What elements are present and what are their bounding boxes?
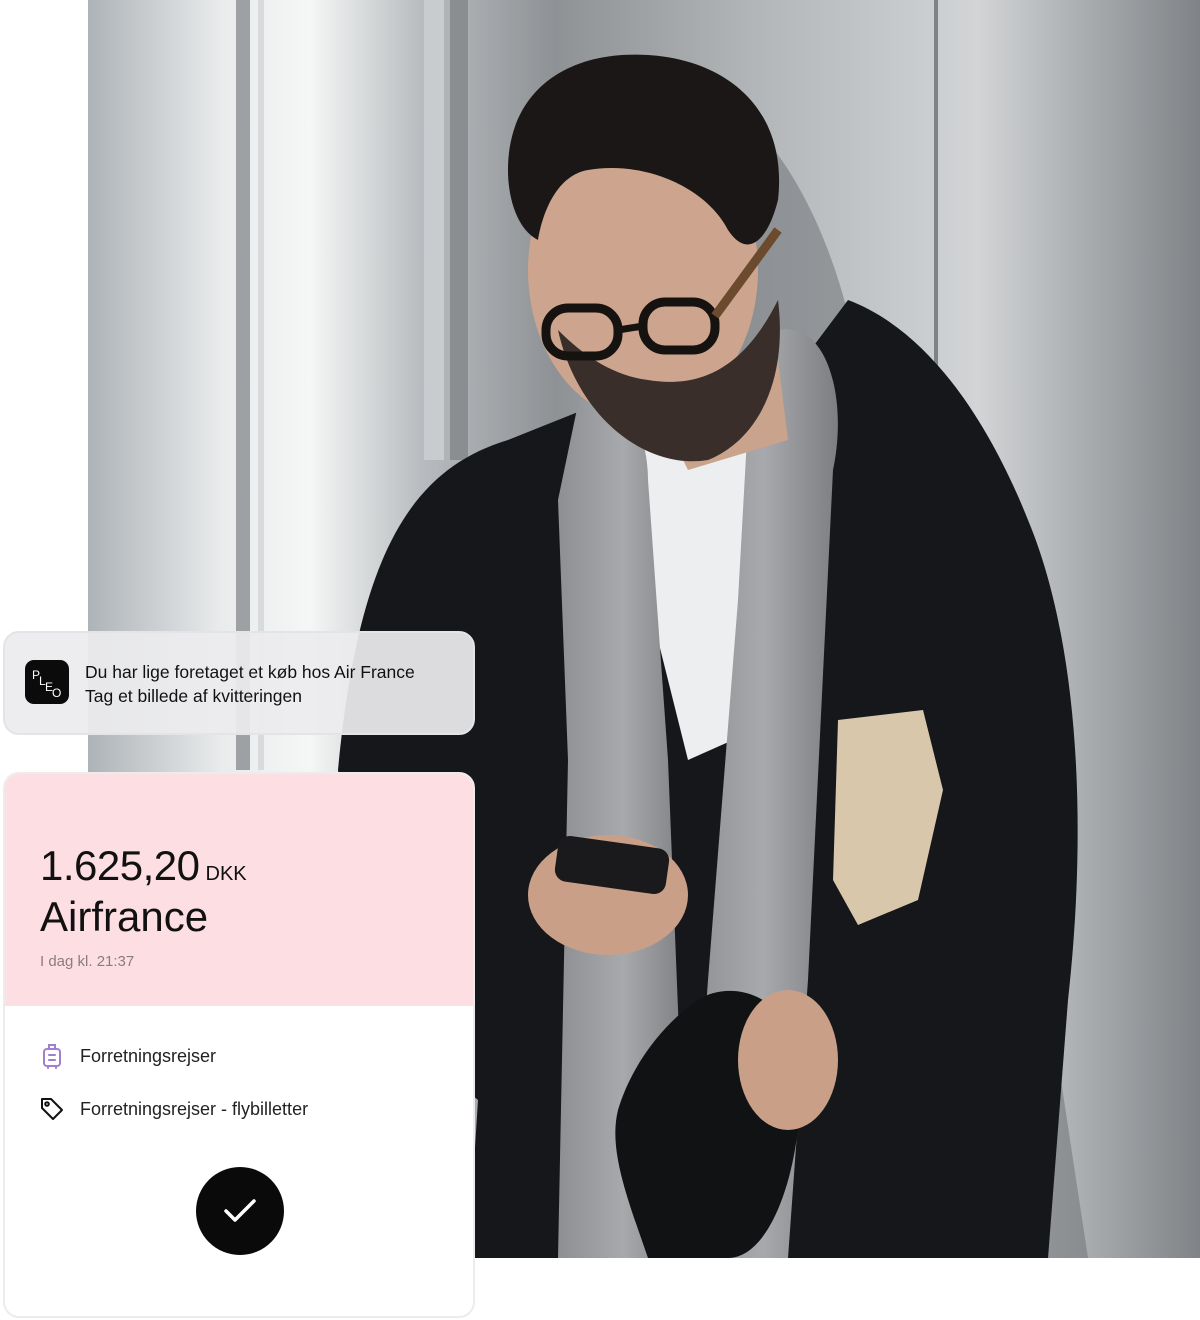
merchant-name: Airfrance bbox=[40, 893, 209, 940]
notification-body: Tag et billede af kvitteringen bbox=[85, 686, 302, 706]
confirm-button[interactable] bbox=[196, 1167, 284, 1255]
pleo-logo-icon: P L E O bbox=[25, 660, 69, 704]
svg-text:O: O bbox=[52, 686, 61, 700]
tag-icon bbox=[38, 1095, 66, 1123]
notification-text: Du har lige foretaget et køb hos Air Fra… bbox=[85, 660, 415, 708]
expense-card: 1.625,20 DKK Airfrance I dag kl. 21:37 Fo… bbox=[3, 772, 475, 1318]
category-label: Forretningsrejser bbox=[80, 1045, 217, 1066]
purchase-notification[interactable]: P L E O Du har lige foretaget et køb hos… bbox=[3, 631, 475, 735]
tag-row[interactable]: Forretningsrejser - flybilletter bbox=[38, 1095, 308, 1123]
expense-header: 1.625,20 DKK Airfrance I dag kl. 21:37 bbox=[5, 774, 473, 1006]
notification-title: Du har lige foretaget et køb hos Air Fra… bbox=[85, 662, 415, 682]
expense-amount: 1.625,20 bbox=[40, 842, 200, 889]
expense-currency: DKK bbox=[205, 863, 247, 885]
checkmark-icon bbox=[224, 1199, 256, 1222]
amount-row: 1.625,20 DKK bbox=[40, 840, 247, 892]
suitcase-icon bbox=[38, 1042, 66, 1070]
category-row[interactable]: Forretningsrejser bbox=[38, 1042, 216, 1070]
expense-timestamp: I dag kl. 21:37 bbox=[40, 953, 135, 970]
tag-label: Forretningsrejser - flybilletter bbox=[80, 1098, 309, 1119]
